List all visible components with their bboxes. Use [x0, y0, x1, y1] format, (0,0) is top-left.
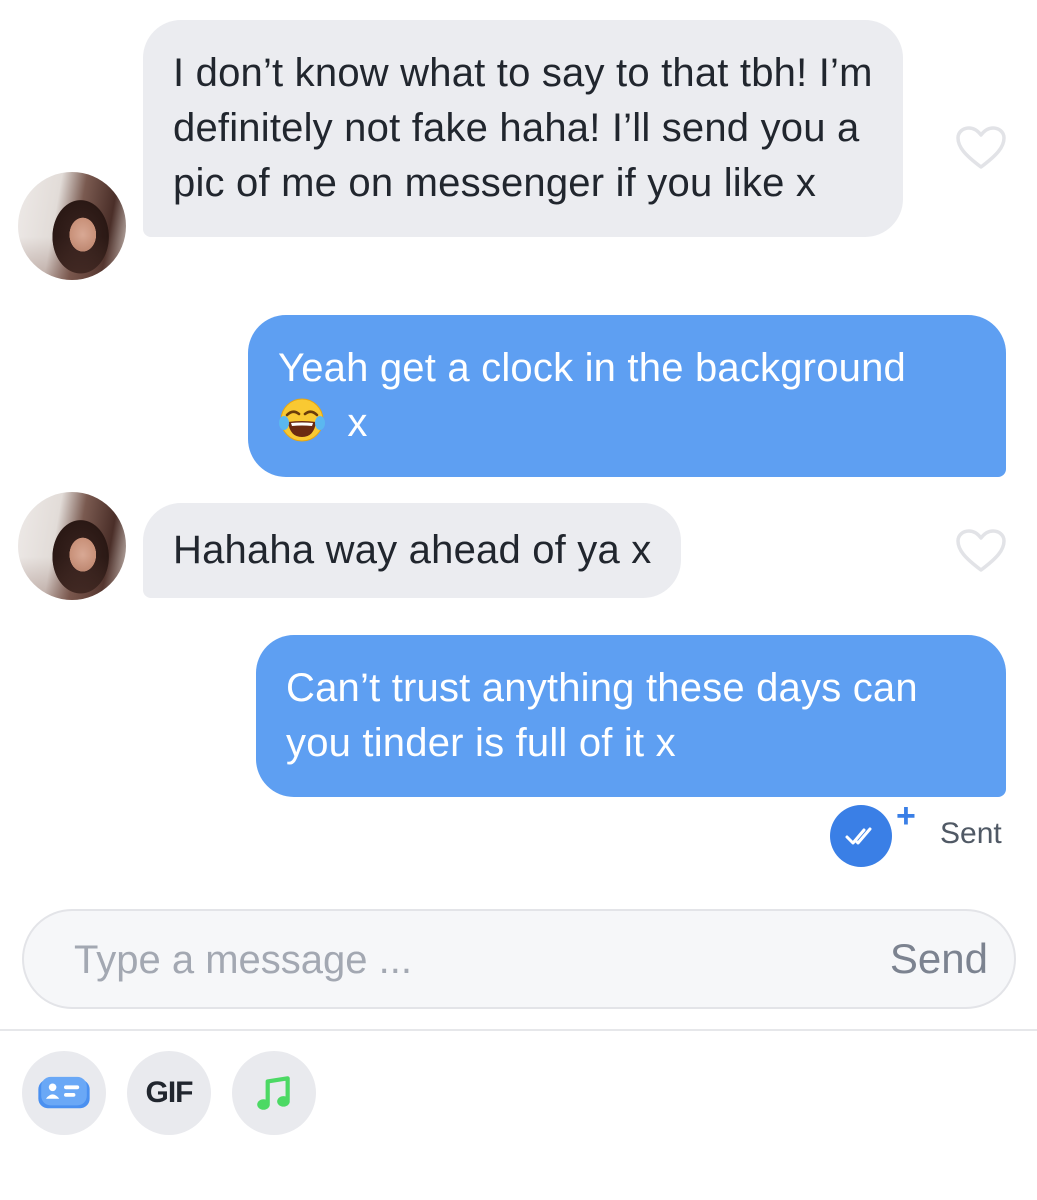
message-bubble-outgoing: Can’t trust anything these days can you … — [256, 635, 1006, 797]
gif-label: GIF — [145, 1076, 194, 1109]
message-text: Yeah get a clock in the background — [278, 346, 906, 390]
tears-of-joy-emoji-icon — [279, 398, 325, 442]
music-note-icon — [257, 1076, 290, 1110]
plus-icon[interactable]: + — [896, 799, 916, 833]
message-bubble-outgoing: Yeah get a clock in the background x — [248, 315, 1006, 477]
read-receipt-button[interactable] — [830, 805, 892, 867]
read-receipt: + Sent — [830, 799, 1005, 867]
avatar[interactable] — [18, 172, 126, 280]
music-button[interactable] — [232, 1051, 316, 1135]
message-suffix: x — [347, 401, 368, 445]
heart-icon[interactable] — [955, 125, 1007, 171]
message-bubble-incoming: I don’t know what to say to that tbh! I’… — [143, 20, 903, 237]
message-text: Can’t trust anything these days can you … — [286, 666, 918, 765]
gif-button[interactable]: GIF — [127, 1051, 211, 1135]
chat-screen: I don’t know what to say to that tbh! I’… — [0, 0, 1037, 1200]
contact-card-icon — [38, 1076, 90, 1109]
message-composer: Send — [22, 909, 1016, 1009]
message-input[interactable] — [74, 931, 834, 989]
message-text: I don’t know what to say to that tbh! I’… — [173, 51, 873, 205]
heart-icon[interactable] — [955, 528, 1007, 574]
send-button[interactable]: Send — [890, 935, 988, 983]
double-check-icon — [845, 827, 872, 845]
sent-status-label: Sent — [940, 817, 1002, 850]
avatar[interactable] — [18, 492, 126, 600]
divider — [0, 1029, 1037, 1031]
contact-card-button[interactable] — [22, 1051, 106, 1135]
message-bubble-incoming: Hahaha way ahead of ya x — [143, 503, 682, 598]
message-text: Hahaha way ahead of ya x — [173, 528, 652, 572]
